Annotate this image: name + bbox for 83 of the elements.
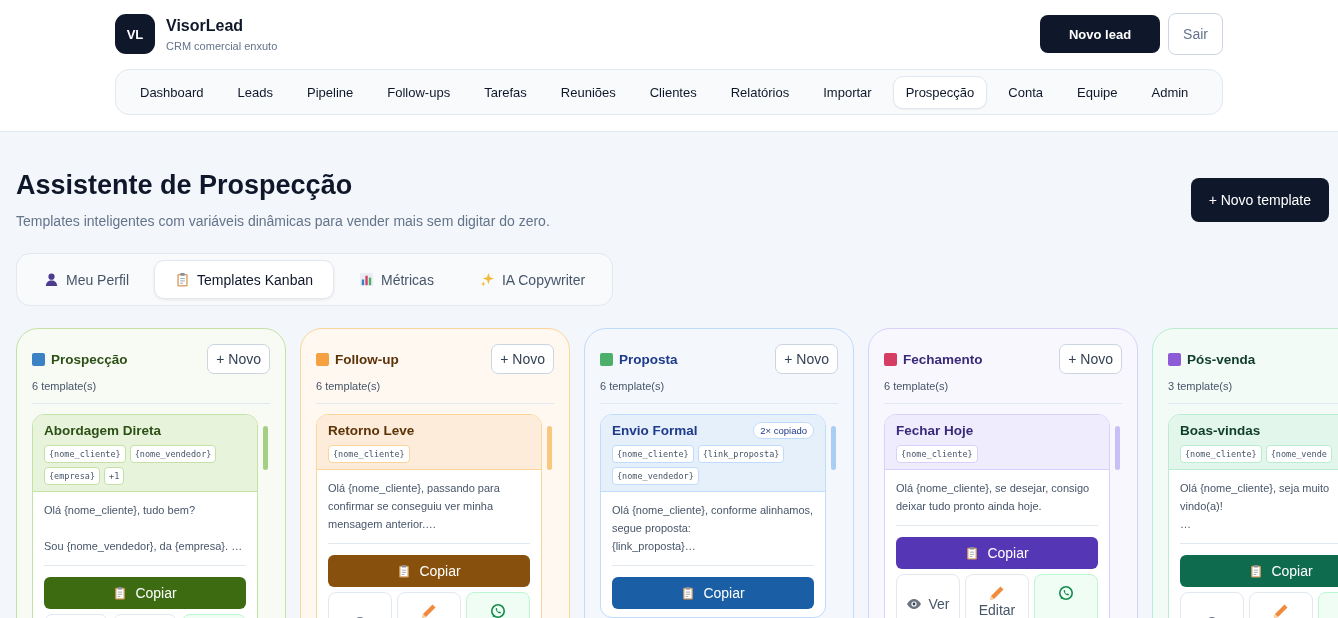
clipboard-icon: [113, 586, 128, 600]
add-template-button[interactable]: + Novo: [1059, 344, 1122, 374]
template-title: Envio Formal: [612, 423, 698, 438]
brand-name: VisorLead: [166, 16, 245, 35]
column-title: Pós-venda: [1187, 351, 1256, 367]
add-template-button[interactable]: + Novo: [775, 344, 838, 374]
message-preview: Olá {nome_cliente}, se desejar, consigo deixar tudo pronto ainda hoje.: [896, 481, 1091, 514]
message-preview: Olá {nome_cliente}, seja muito vindo(a)! …: [1180, 481, 1331, 532]
variable-tag: {nome_vendedor}: [612, 467, 699, 485]
new-template-button[interactable]: + Novo template: [1190, 177, 1329, 222]
nav-link[interactable]: Prospecção: [892, 75, 988, 109]
add-template-button[interactable]: + Novo: [491, 344, 554, 374]
template-title: Boas-vindas: [1180, 423, 1261, 438]
logo-badge: VL: [115, 14, 155, 54]
template-count: 6 template(s): [600, 380, 666, 392]
variable-tag: {nome_cliente}: [328, 445, 410, 463]
whatsapp-icon: [490, 603, 506, 618]
whatsapp-icon: [1058, 585, 1074, 601]
person-icon: [44, 272, 59, 287]
variable-tag: {nome_vendedor}: [129, 445, 217, 463]
message-preview: Olá {nome_cliente}, tudo bem? Sou {nome_vendedor}, da {empresa}. …: [44, 503, 244, 554]
template-count: 3 template(s): [1168, 380, 1234, 392]
message-preview: Olá {nome_cliente}, passando para confirmar se conseguiu ver minha mensagem anterior.…: [328, 481, 501, 532]
new-lead-button[interactable]: Novo lead: [1039, 15, 1161, 53]
add-template-button[interactable]: + Novo: [207, 344, 270, 374]
tab[interactable]: Meu Perfil: [23, 260, 151, 299]
clipboard-icon: [965, 546, 980, 560]
nav-link[interactable]: Clientes: [636, 75, 710, 109]
nav-link[interactable]: Reuniões: [547, 75, 629, 109]
template-count: 6 template(s): [316, 380, 382, 392]
nav-link[interactable]: Follow-ups: [374, 75, 464, 109]
template-title: Abordagem Direta: [44, 423, 162, 438]
message-preview: Olá {nome_cliente}, conforme alinhamos, segue proposta: {link_proposta}…: [612, 503, 814, 554]
nav-link[interactable]: Equipe: [1064, 75, 1131, 109]
copy-button[interactable]: Copiar: [44, 577, 246, 609]
nav-link[interactable]: Tarefas: [471, 75, 540, 109]
column-title: Proposta: [619, 351, 678, 367]
tab[interactable]: Métricas: [338, 260, 455, 299]
pencil-icon: [989, 585, 1005, 601]
template-title: Retorno Leve: [328, 423, 415, 438]
clipboard-icon: [397, 564, 412, 578]
variable-tag: {empresa}: [44, 467, 101, 485]
copy-button[interactable]: Copiar: [896, 537, 1098, 569]
nav-link[interactable]: Conta: [995, 75, 1056, 109]
clipboard-icon: [681, 586, 696, 600]
column-title: Follow-up: [335, 351, 399, 367]
variable-tag: {link_proposta}: [697, 445, 785, 463]
column-title: Prospecção: [51, 351, 128, 367]
clipboard-icon: [175, 272, 191, 287]
tab[interactable]: IA Copywriter: [458, 260, 607, 299]
nav-link[interactable]: Pipeline: [294, 75, 367, 109]
variable-tag: {nome_cliente}: [896, 445, 978, 463]
nav-link[interactable]: Importar: [810, 75, 885, 109]
tab[interactable]: Templates Kanban: [154, 260, 334, 299]
copy-button[interactable]: Copiar: [328, 555, 530, 587]
variable-tag: {nome_cliente}: [44, 445, 126, 463]
nav-link[interactable]: Leads: [224, 75, 287, 109]
pencil-icon: [421, 603, 437, 618]
logout-button[interactable]: Sair: [1168, 13, 1223, 55]
variable-tag: {nome_vende: [1265, 445, 1332, 463]
nav-link[interactable]: Relatórios: [717, 75, 803, 109]
sparkles-icon: [479, 272, 495, 287]
view-button[interactable]: Ver: [896, 574, 960, 618]
copy-button[interactable]: Copiar: [1180, 555, 1338, 587]
variable-tag: +1: [104, 467, 125, 485]
template-count: 6 template(s): [884, 380, 950, 392]
copy-count-badge: 2× copiado: [753, 422, 814, 439]
nav-link[interactable]: Admin: [1138, 75, 1202, 109]
page-subtitle: Templates inteligentes com variáveis dinâmicas para vender mais sem digitar do zero.: [16, 213, 550, 229]
pencil-icon: [1273, 603, 1289, 618]
template-title: Fechar Hoje: [896, 423, 974, 438]
clipboard-icon: [1249, 564, 1264, 578]
variable-tag: {nome_cliente}: [612, 445, 694, 463]
page-title: Assistente de Prospecção: [16, 170, 354, 201]
nav-link[interactable]: Dashboard: [127, 75, 217, 109]
bar-chart-icon: [359, 272, 374, 287]
copy-button[interactable]: Copiar: [612, 577, 814, 609]
whatsapp-button[interactable]: [1034, 574, 1098, 618]
variable-tag: {nome_cliente}: [1180, 445, 1262, 463]
column-title: Fechamento: [903, 351, 983, 367]
edit-button[interactable]: Editar: [965, 574, 1029, 618]
brand-tagline: CRM comercial enxuto: [166, 39, 278, 52]
template-count: 6 template(s): [32, 380, 98, 392]
